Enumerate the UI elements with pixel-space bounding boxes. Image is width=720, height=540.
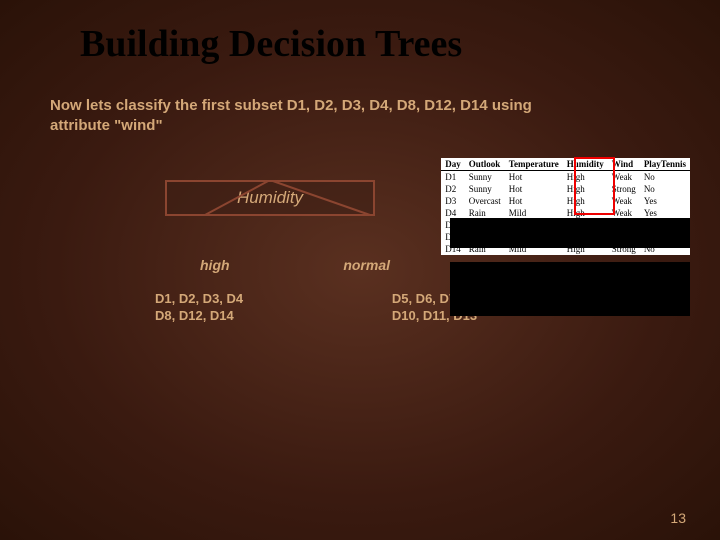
subtitle-attr-label: attribute: [50, 117, 114, 134]
leaf-high-line2: D8, D12, D14: [155, 308, 234, 323]
table-overlay-1: [450, 218, 690, 248]
table-cell: Sunny: [465, 183, 505, 195]
table-cell: High: [563, 171, 608, 184]
slide-number: 13: [670, 510, 686, 526]
table-cell: D1: [441, 171, 465, 184]
table-header: PlayTennis: [640, 158, 690, 171]
decision-tree: Humidity high normal D1, D2, D3, D4 D8, …: [150, 180, 430, 325]
table-cell: Hot: [505, 183, 563, 195]
table-header: Wind: [608, 158, 640, 171]
tree-branches: [150, 180, 430, 220]
table-row: D2SunnyHotHighStrongNo: [441, 183, 690, 195]
branch-label-high: high: [150, 257, 230, 273]
slide-subtitle: Now lets classify the first subset D1, D…: [0, 66, 720, 135]
table-header: Temperature: [505, 158, 563, 171]
subtitle-line1: Now lets classify the first subset D1, D…: [50, 97, 532, 114]
table-cell: Strong: [608, 183, 640, 195]
table-cell: D2: [441, 183, 465, 195]
table-cell: Yes: [640, 195, 690, 207]
table-cell: Overcast: [465, 195, 505, 207]
table-cell: D3: [441, 195, 465, 207]
table-header: Humidity: [563, 158, 608, 171]
tree-leaves: D1, D2, D3, D4 D8, D12, D14 D5, D6, D7, …: [150, 291, 480, 325]
table-cell: No: [640, 171, 690, 184]
table-cell: High: [563, 195, 608, 207]
table-header: Day: [441, 158, 465, 171]
table-cell: Hot: [505, 171, 563, 184]
branch-label-normal: normal: [343, 257, 430, 273]
table-row: D1SunnyHotHighWeakNo: [441, 171, 690, 184]
slide-title: Building Decision Trees: [0, 0, 720, 66]
table-cell: Hot: [505, 195, 563, 207]
table-overlay-2: [450, 262, 690, 316]
subtitle-attr-value: "wind": [114, 117, 162, 134]
leaf-high: D1, D2, D3, D4 D8, D12, D14: [150, 291, 243, 325]
table-row: D3OvercastHotHighWeakYes: [441, 195, 690, 207]
table-header: Outlook: [465, 158, 505, 171]
leaf-high-line1: D1, D2, D3, D4: [155, 291, 243, 306]
table-cell: Weak: [608, 195, 640, 207]
tree-branch-labels: high normal: [150, 257, 430, 273]
table-cell: High: [563, 183, 608, 195]
table-cell: Weak: [608, 171, 640, 184]
table-cell: No: [640, 183, 690, 195]
table-cell: Sunny: [465, 171, 505, 184]
